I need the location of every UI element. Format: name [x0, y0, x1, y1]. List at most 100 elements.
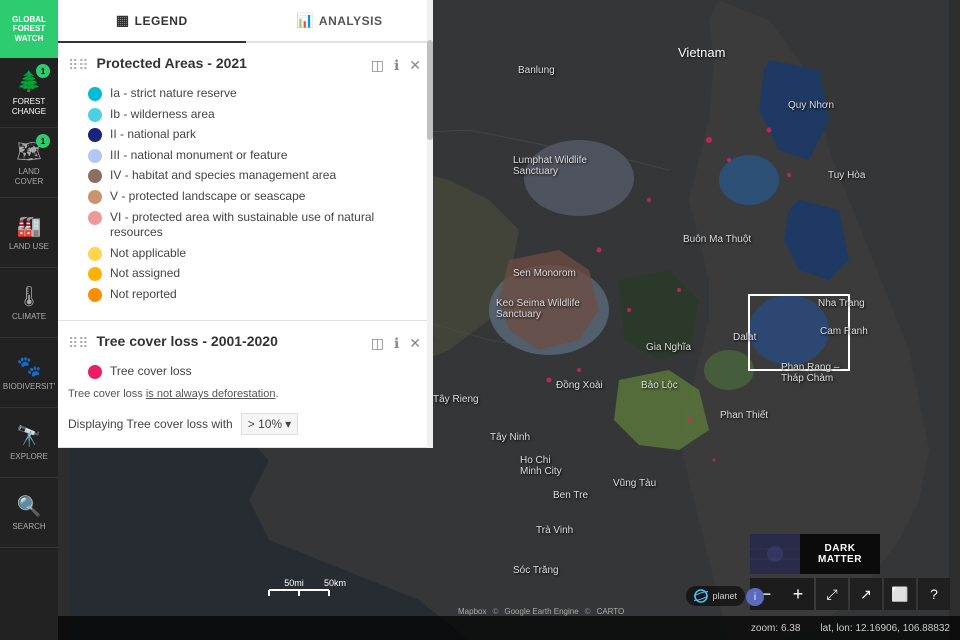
protected-areas-close-btn[interactable]: ✕ [407, 55, 423, 76]
planet-label: planet [712, 591, 737, 601]
help-btn[interactable]: ? [918, 578, 950, 610]
gee-attr: Google Earth Engine [504, 607, 578, 616]
zoom-in-btn[interactable]: + [782, 578, 814, 610]
panel-tabs: ▦ LEGEND 📊 ANALYSIS [58, 0, 433, 43]
sidebar-item-search[interactable]: 🔍 SEARCH [0, 478, 58, 548]
legend-item-ia: Ia - strict nature reserve [88, 86, 423, 102]
legend-label-ii: II - national park [110, 127, 196, 143]
legend-item-tree-loss: Tree cover loss [88, 364, 423, 380]
tree-cover-note: Tree cover loss is not always deforestat… [68, 387, 423, 402]
sidebar-logo[interactable]: GLOBAL FOREST WATCH [0, 0, 58, 58]
forest-change-badge: 1 [36, 64, 50, 78]
screenshot-btn[interactable]: ⬜ [884, 578, 916, 610]
panel-content[interactable]: ⠿⠿ Protected Areas - 2021 ◫ ℹ ✕ Ia - str… [58, 43, 433, 448]
basemap-label: DARK MATTER [800, 539, 880, 569]
display-label: Displaying Tree cover loss with [68, 417, 233, 431]
legend-dot-ii [88, 128, 102, 142]
map-controls: DARK MATTER − + ⤢ ↗ ⬜ ? [750, 534, 950, 610]
legend-label-not-applicable: Not applicable [110, 246, 186, 262]
legend-item-v: V - protected landscape or seascape [88, 189, 423, 205]
logo-text: GLOBAL FOREST WATCH [12, 15, 46, 44]
legend-panel: ▦ LEGEND 📊 ANALYSIS ⠿⠿ Protected Areas -… [58, 0, 433, 448]
tree-cover-close-btn[interactable]: ✕ [407, 333, 423, 354]
sidebar-item-forest-change[interactable]: 1 🌲 FOREST CHANGE [0, 58, 58, 128]
legend-dot-ib [88, 108, 102, 122]
legend-dot-iv [88, 169, 102, 183]
sidebar-item-biodiversity[interactable]: 🐾 BIODIVERSIT' [0, 338, 58, 408]
sidebar-item-label: EXPLORE [10, 452, 48, 462]
sidebar-item-label: LAND COVER [4, 167, 54, 186]
sidebar-item-label: SEARCH [12, 522, 45, 532]
separator2: © [585, 607, 591, 616]
explore-icon: 🔭 [17, 424, 42, 449]
map-area[interactable]: 50mi 50km Vietnam Banlung Quy Nhơn Anlon… [58, 0, 960, 640]
attribution: Mapbox © Google Earth Engine © CARTO [458, 607, 624, 616]
legend-dot-not-reported [88, 288, 102, 302]
sidebar-item-label: CLIMATE [12, 312, 46, 322]
panel-scrollbar-thumb [427, 40, 433, 140]
legend-item-not-applicable: Not applicable [88, 246, 423, 262]
sidebar-item-explore[interactable]: 🔭 EXPLORE [0, 408, 58, 478]
panel-scrollbar-track[interactable] [427, 0, 433, 448]
status-bar: zoom: 6.38 lat, lon: 12.16906, 106.88832 [58, 616, 960, 640]
drag-handle-tree[interactable]: ⠿⠿ [68, 335, 89, 352]
zoom-row: − + ⤢ ↗ ⬜ ? [750, 578, 950, 610]
legend-item-iii: III - national monument or feature [88, 148, 423, 164]
legend-item-ib: Ib - wilderness area [88, 107, 423, 123]
tab-legend[interactable]: ▦ LEGEND [58, 0, 246, 43]
legend-tab-icon: ▦ [116, 12, 130, 29]
share-btn[interactable]: ↗ [850, 578, 882, 610]
sidebar-item-label: LAND USE [9, 242, 49, 252]
tree-cover-title: Tree cover loss - 2001-2020 [97, 333, 361, 349]
sidebar-item-label: BIODIVERSIT' [3, 382, 55, 392]
sidebar-item-land-cover[interactable]: 1 🗺 LAND COVER [0, 128, 58, 198]
legend-label-ia: Ia - strict nature reserve [110, 86, 237, 102]
protected-areas-section: ⠿⠿ Protected Areas - 2021 ◫ ℹ ✕ Ia - str… [58, 43, 433, 321]
legend-dot-not-assigned [88, 267, 102, 281]
planet-logo[interactable]: planet [686, 586, 745, 606]
protected-areas-info-btn[interactable]: ℹ [392, 55, 401, 76]
legend-dot-ia [88, 87, 102, 101]
land-use-icon: 🏭 [17, 214, 42, 239]
sidebar: GLOBAL FOREST WATCH 1 🌲 FOREST CHANGE 1 … [0, 0, 58, 640]
climate-icon: 🌡 [16, 284, 41, 309]
fullscreen-btn[interactable]: ⤢ [816, 578, 848, 610]
legend-dot-v [88, 190, 102, 204]
tree-cover-loss-section: ⠿⠿ Tree cover loss - 2001-2020 ◫ ℹ ✕ Tre… [58, 321, 433, 448]
protected-areas-opacity-btn[interactable]: ◫ [369, 55, 386, 76]
search-icon: 🔍 [17, 494, 42, 519]
legend-item-vi: VI - protected area with sustainable use… [88, 210, 423, 241]
threshold-select[interactable]: > 10% ▾ [241, 413, 298, 435]
sidebar-item-label: FOREST CHANGE [4, 97, 54, 116]
tree-cover-controls: ◫ ℹ ✕ [369, 333, 423, 354]
protected-areas-legend: Ia - strict nature reserve Ib - wilderne… [68, 86, 423, 303]
sidebar-item-climate[interactable]: 🌡 CLIMATE [0, 268, 58, 338]
tree-cover-legend: Tree cover loss [68, 364, 423, 380]
legend-dot-tree-loss [88, 365, 102, 379]
legend-label-ib: Ib - wilderness area [110, 107, 215, 123]
coords-display: lat, lon: 12.16906, 106.88832 [820, 623, 950, 634]
protected-areas-title: Protected Areas - 2021 [97, 55, 361, 71]
svg-text:50km: 50km [324, 578, 346, 588]
protected-areas-controls: ◫ ℹ ✕ [369, 55, 423, 76]
legend-dot-not-applicable [88, 247, 102, 261]
zoom-display: zoom: 6.38 [751, 623, 800, 634]
tab-analysis[interactable]: 📊 ANALYSIS [246, 0, 434, 41]
tree-cover-opacity-btn[interactable]: ◫ [369, 333, 386, 354]
legend-dot-vi [88, 211, 102, 225]
sidebar-item-land-use[interactable]: 🏭 LAND USE [0, 198, 58, 268]
biodiversity-icon: 🐾 [17, 354, 42, 379]
tab-analysis-label: ANALYSIS [319, 14, 383, 28]
land-cover-badge: 1 [36, 134, 50, 148]
map-info-btn[interactable]: i [746, 588, 764, 606]
tree-cover-info-btn[interactable]: ℹ [392, 333, 401, 354]
legend-label-vi: VI - protected area with sustainable use… [110, 210, 423, 241]
drag-handle-protected[interactable]: ⠿⠿ [68, 57, 89, 74]
legend-item-ii: II - national park [88, 127, 423, 143]
carto-attr: CARTO [597, 607, 625, 616]
basemap-button[interactable]: DARK MATTER [750, 534, 880, 574]
legend-item-not-reported: Not reported [88, 287, 423, 303]
chevron-down-icon: ▾ [285, 417, 291, 431]
svg-text:50mi: 50mi [284, 578, 304, 588]
legend-item-not-assigned: Not assigned [88, 266, 423, 282]
